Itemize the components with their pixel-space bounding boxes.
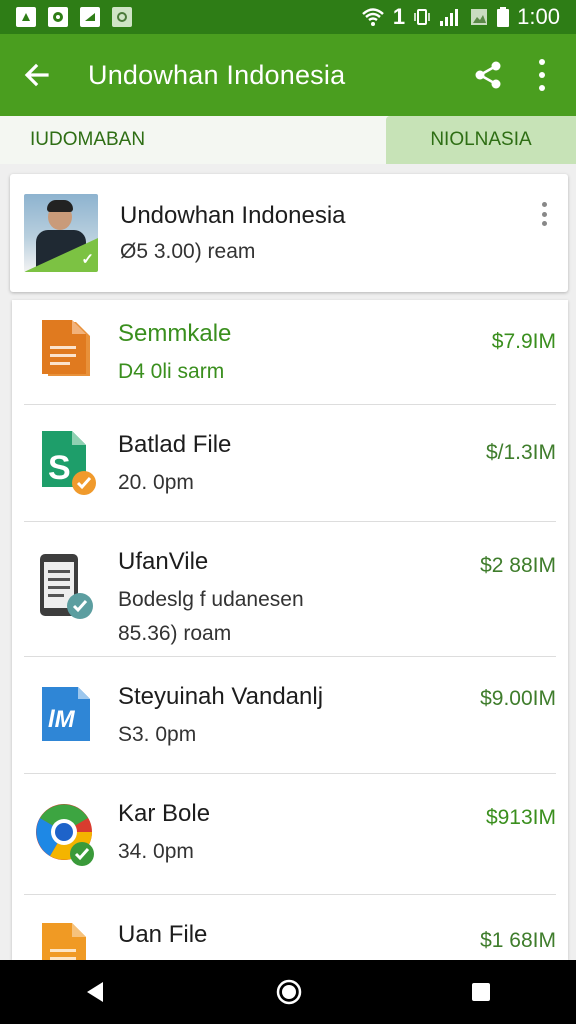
list-item[interactable]: lM Steyuinah Vandanlj S3. 0pm $9.00IM bbox=[24, 657, 556, 774]
document-orange-icon bbox=[34, 316, 96, 382]
avatar: ✓ bbox=[24, 194, 98, 272]
file-name: UfanVile bbox=[118, 548, 209, 575]
status-bar: 1 1:00 bbox=[0, 0, 576, 34]
svg-text:S: S bbox=[48, 449, 71, 487]
tab-bar: IUDOMABAN NIOLNASIA bbox=[0, 116, 576, 164]
file-name: Semmkale bbox=[118, 320, 232, 347]
file-meta-secondary: 85.36) roam bbox=[118, 622, 232, 645]
file-list: Semmkale D4 0li sarm $7.9IM S Batlad Fil… bbox=[12, 300, 568, 960]
file-meta: 20. 0pm bbox=[118, 471, 194, 494]
file-name: Uan File bbox=[118, 921, 208, 948]
sheets-green-icon: S bbox=[34, 427, 96, 495]
app-bar: Undowhan Indonesia bbox=[0, 34, 576, 116]
share-icon[interactable] bbox=[472, 59, 504, 91]
list-item[interactable]: Uan File $1 68IM bbox=[24, 895, 556, 960]
app-icon bbox=[16, 7, 36, 27]
more-vert-icon[interactable] bbox=[538, 59, 546, 91]
signal-icon bbox=[440, 9, 459, 26]
file-size: $2 88IM bbox=[480, 554, 556, 577]
file-meta: Bodeslg f udanesen bbox=[118, 588, 304, 611]
file-size: $/1.3IM bbox=[485, 441, 556, 464]
navigation-bar bbox=[0, 960, 576, 1024]
home-circle-icon[interactable] bbox=[275, 978, 303, 1006]
file-meta: 34. 0pm bbox=[118, 840, 194, 863]
profile-subtitle: Ø5 3.00) ream bbox=[120, 240, 256, 263]
vibrate-icon bbox=[414, 9, 430, 25]
battery-icon bbox=[497, 7, 510, 27]
blue-image-file-icon: lM bbox=[34, 681, 96, 747]
back-triangle-icon[interactable] bbox=[83, 979, 109, 1005]
file-meta: D4 0li sarm bbox=[118, 360, 225, 383]
clock: 1:00 bbox=[517, 4, 560, 29]
card-more-icon[interactable] bbox=[542, 202, 548, 226]
back-arrow-icon[interactable] bbox=[22, 60, 52, 90]
wifi-icon bbox=[362, 8, 384, 26]
tab-iudomaban[interactable]: IUDOMABAN bbox=[0, 116, 386, 164]
file-meta: S3. 0pm bbox=[118, 723, 197, 746]
profile-card[interactable]: ✓ Undowhan Indonesia Ø5 3.00) ream bbox=[10, 174, 568, 292]
list-item[interactable]: Kar Bole 34. 0pm $913IM bbox=[24, 774, 556, 895]
cast-icon bbox=[80, 7, 100, 27]
image-icon bbox=[112, 7, 132, 27]
file-size: $9.00IM bbox=[480, 687, 556, 710]
page-title: Undowhan Indonesia bbox=[88, 59, 346, 90]
sim-icon bbox=[471, 9, 488, 25]
file-name: Batlad File bbox=[118, 431, 232, 458]
file-size: $7.9IM bbox=[491, 330, 556, 353]
document-orange-icon bbox=[34, 919, 96, 960]
chrome-file-icon bbox=[34, 800, 96, 866]
profile-name: Undowhan Indonesia bbox=[120, 202, 346, 229]
file-name: Steyuinah Vandanlj bbox=[118, 683, 324, 710]
tab-niolnasia[interactable]: NIOLNASIA bbox=[386, 116, 576, 164]
list-item[interactable]: UfanVile Bodeslg f udanesen 85.36) roam … bbox=[24, 522, 556, 657]
file-size: $913IM bbox=[485, 806, 556, 829]
file-name: Kar Bole bbox=[118, 800, 211, 827]
phone-document-icon bbox=[34, 552, 96, 619]
file-size: $1 68IM bbox=[480, 929, 556, 952]
svg-text:lM: lM bbox=[48, 706, 76, 733]
check-icon: ✓ bbox=[81, 251, 94, 268]
record-icon bbox=[48, 7, 68, 27]
list-item[interactable]: Semmkale D4 0li sarm $7.9IM bbox=[24, 300, 556, 405]
notification-count: 1 bbox=[392, 4, 406, 29]
list-item[interactable]: S Batlad File 20. 0pm $/1.3IM bbox=[24, 405, 556, 522]
recents-square-icon[interactable] bbox=[469, 980, 493, 1004]
